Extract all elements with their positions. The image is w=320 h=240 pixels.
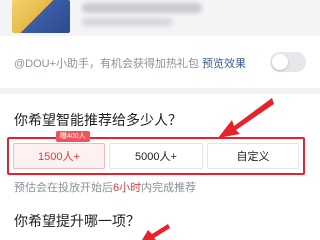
question-boost-goal: 你希望提升哪一项？: [14, 213, 140, 229]
blurred-video-subtitle: [82, 18, 172, 26]
toggle-knob: [272, 54, 288, 70]
annotation-arrow-icon: [142, 224, 170, 240]
blurred-video-title: [82, 3, 202, 13]
exposure-badge: 曝400人: [56, 131, 90, 142]
option-custom[interactable]: 自定义: [207, 143, 299, 169]
mention-toggle[interactable]: [270, 52, 306, 72]
question-audience-size: 你希望智能推荐给多少人？: [14, 112, 182, 128]
video-thumbnail: [12, 0, 70, 33]
option-5000[interactable]: 5000人+: [109, 143, 203, 169]
mention-helper-text: @DOU+小助手，有机会获得加热礼包 预览效果: [14, 55, 246, 71]
option-1500[interactable]: 1500人+: [13, 143, 105, 169]
estimate-before: 预估会在投放开始后: [14, 182, 113, 194]
estimate-hours: 6小时: [113, 182, 142, 194]
estimate-text: 预估会在投放开始后6小时内完成推荐: [14, 179, 196, 195]
audience-size-options: 1500人+ 5000人+ 自定义: [7, 137, 305, 175]
annotation-arrow-icon: [218, 98, 274, 138]
preview-effect-link[interactable]: 预览效果: [202, 58, 246, 70]
mention-text: @DOU+小助手，有机会获得加热礼包: [14, 58, 200, 70]
video-preview-strip: [0, 0, 320, 36]
estimate-after: 内完成推荐: [141, 182, 197, 194]
